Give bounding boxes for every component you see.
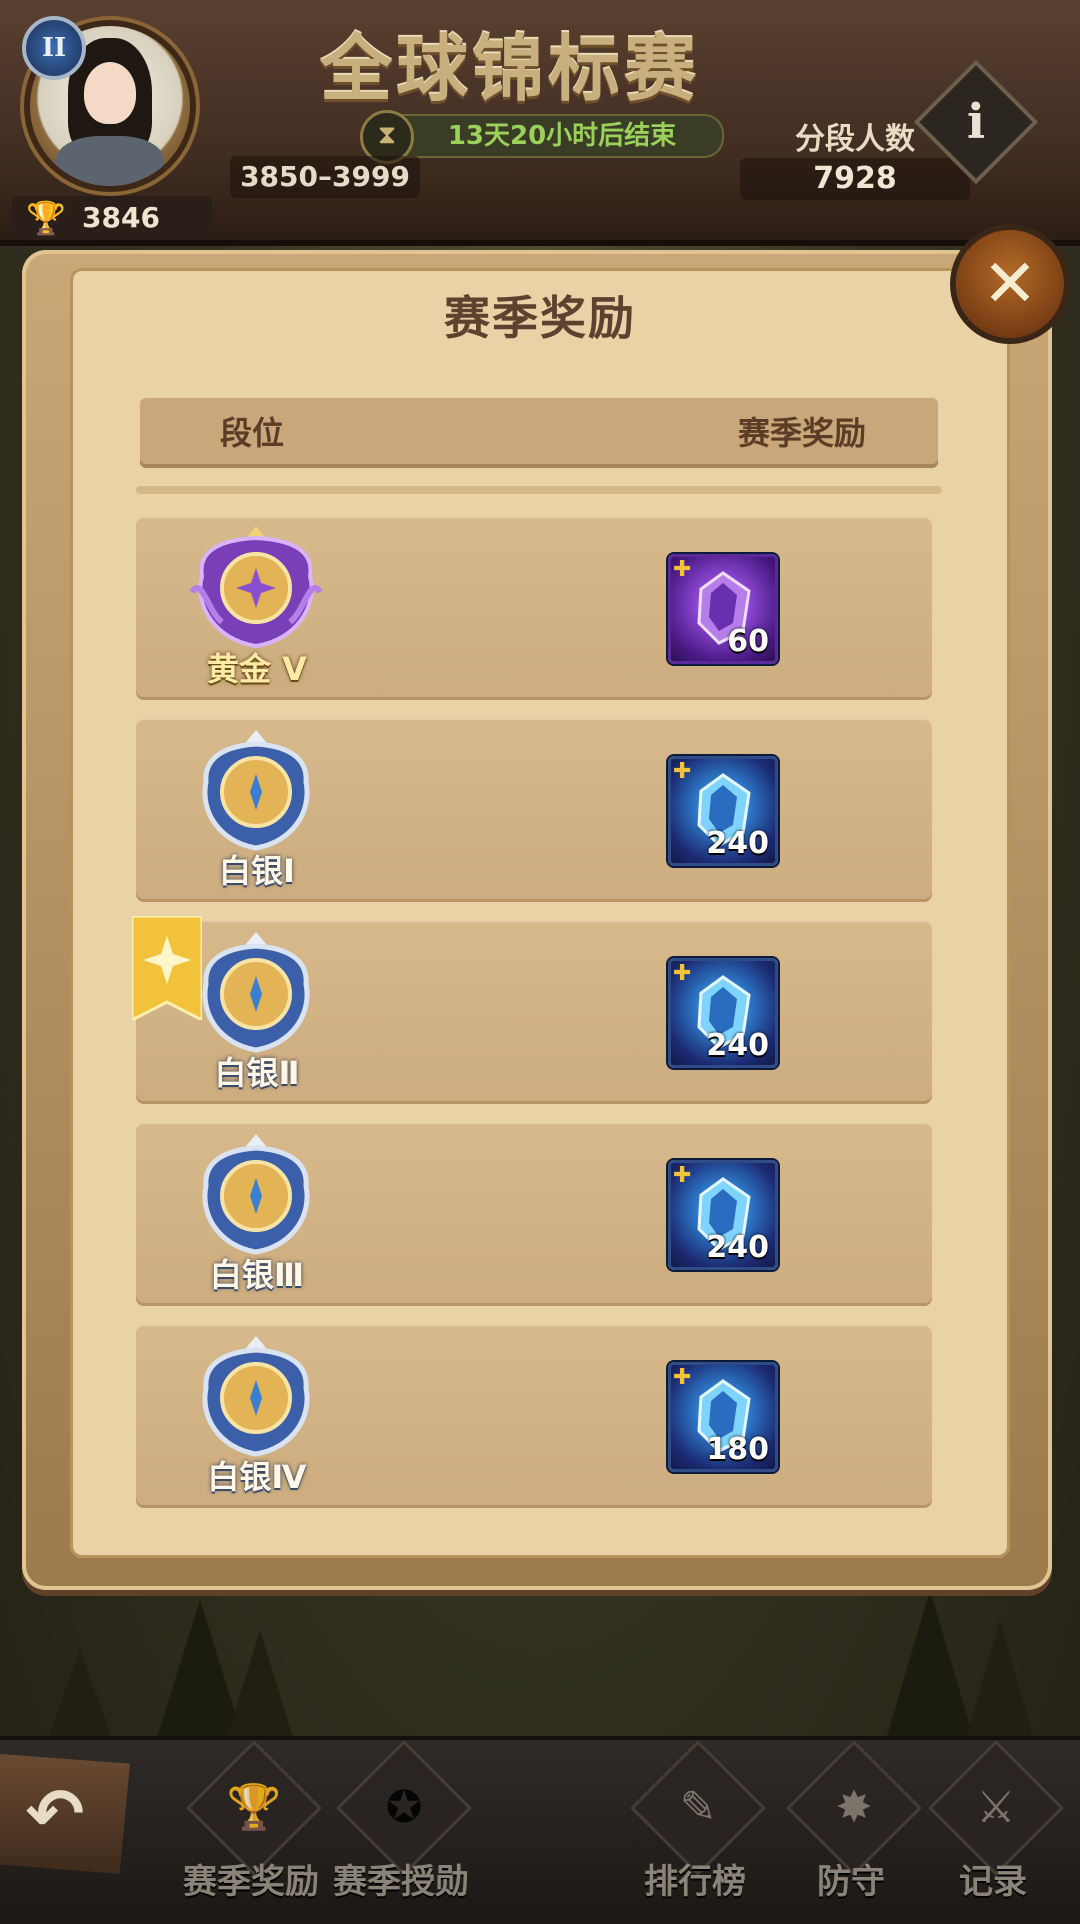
back-button[interactable]: ↶ <box>0 1754 130 1874</box>
close-icon: ✕ <box>982 245 1038 322</box>
player-rank-badge: II <box>22 16 86 80</box>
column-header-reward: 赛季奖励 <box>737 414 866 452</box>
table-header: 段位 赛季奖励 <box>140 398 938 468</box>
dialog-title: 赛季奖励 <box>444 291 636 345</box>
reward-row: 黄金 V ✚ 60 <box>136 516 932 700</box>
trophy-icon: 🏆 <box>26 199 66 237</box>
close-button[interactable]: ✕ <box>956 230 1064 338</box>
nav-label: 赛季授勋 <box>333 1862 469 1902</box>
back-arrow-icon: ↶ <box>25 1773 85 1855</box>
reward-item[interactable]: ✚ 240 <box>668 1160 778 1270</box>
reward-item[interactable]: ✚ 240 <box>668 756 778 866</box>
divider <box>136 486 942 494</box>
rank-name: 黄金 V <box>207 650 307 688</box>
reward-quantity: 240 <box>706 1028 769 1063</box>
rank-name: 白银Ⅰ <box>219 852 295 890</box>
trophy-score: 3846 <box>82 201 160 234</box>
nav-leaderboard[interactable]: ✎ 排行榜 <box>620 1740 770 1910</box>
rank-name: 白银Ⅱ <box>214 1054 300 1092</box>
reward-quantity: 240 <box>706 826 769 861</box>
reward-item[interactable]: ✚ 180 <box>668 1362 778 1472</box>
reward-item[interactable]: ✚ 240 <box>668 958 778 1068</box>
avatar-face <box>84 62 136 124</box>
current-rank-flag-icon <box>132 916 202 1020</box>
reward-item[interactable]: ✚ 60 <box>668 554 778 664</box>
tier-count-value: 7928 <box>740 158 970 200</box>
silver-rank-emblem-icon <box>188 926 324 1066</box>
season-timer: ⧗ 13天20小时后结束 <box>360 110 724 164</box>
nav-season-medals[interactable]: ✪ 赛季授勋 <box>326 1740 476 1910</box>
reward-row: 白银Ⅲ ✚ 240 <box>136 1122 932 1306</box>
silver-rank-emblem-icon <box>188 1128 324 1268</box>
timer-text: 13天20小时后结束 <box>447 121 677 151</box>
rank-name: 白银Ⅲ <box>209 1256 305 1294</box>
info-icon: i <box>966 94 986 150</box>
reward-quantity: 180 <box>706 1432 769 1467</box>
tournament-header: II 🏆 3846 全球锦标赛 ⧗ 13天20小时后结束 3850–3999 分… <box>0 0 1080 260</box>
silver-rank-emblem-icon <box>188 1330 324 1470</box>
nav-label: 记录 <box>959 1862 1027 1902</box>
nav-season-rewards[interactable]: 🏆 赛季奖励 <box>176 1740 326 1910</box>
reward-quantity: 240 <box>706 1230 769 1265</box>
column-header-rank: 段位 <box>220 414 285 452</box>
avatar-body <box>56 136 164 186</box>
reward-row: 白银Ⅰ ✚ 240 <box>136 718 932 902</box>
page-title: 全球锦标赛 <box>319 27 700 111</box>
reward-row: 白银Ⅳ ✚ 180 <box>136 1324 932 1508</box>
reward-quantity: 60 <box>727 624 769 659</box>
silver-rank-emblem-icon <box>188 724 324 864</box>
gold-rank-emblem-icon <box>188 522 324 662</box>
trophy-score-box: 🏆 3846 <box>12 196 212 240</box>
score-range: 3850–3999 <box>230 156 420 198</box>
rank-name: 白银Ⅳ <box>207 1458 307 1496</box>
reward-row-current: 白银Ⅱ ✚ 240 <box>132 916 932 1104</box>
nav-records[interactable]: ⚔ 记录 <box>918 1740 1068 1910</box>
